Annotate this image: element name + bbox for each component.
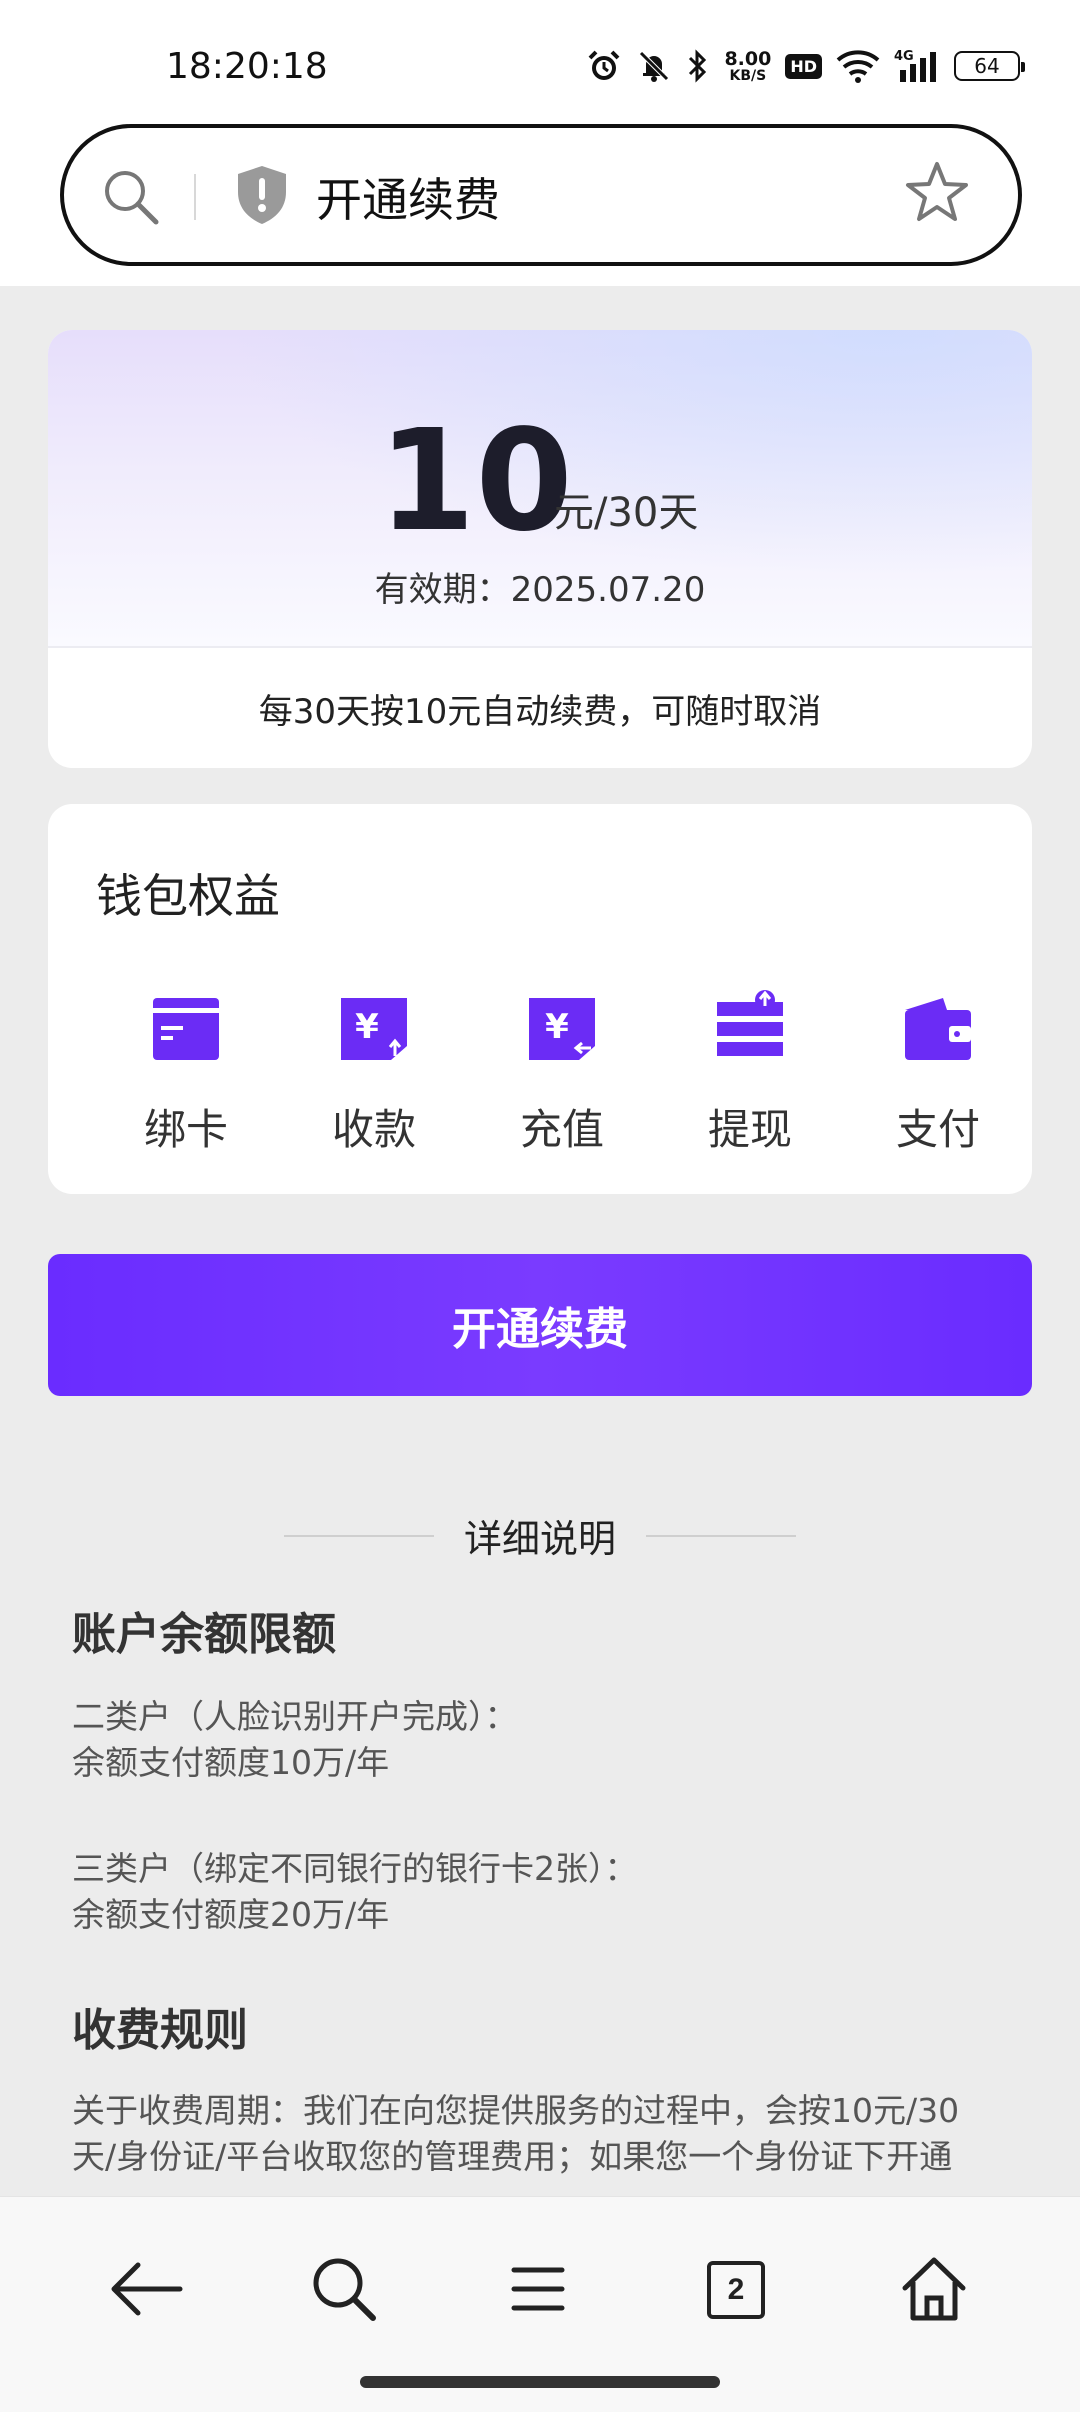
back-button[interactable] [96,2245,196,2335]
benefit-bind-card[interactable]: 绑卡 [92,990,280,1157]
tabs-icon: 2 [707,2261,765,2319]
menu-button[interactable] [488,2245,588,2335]
benefit-pay[interactable]: 支付 [844,990,1032,1157]
cell-signal-icon: 4G [894,48,940,84]
svg-text:¥: ¥ [355,1007,379,1047]
tier2-text: 二类户（人脸识别开户完成）： 余额支付额度10万/年 [72,1697,518,1782]
net-speed: 8.00 KB/S [724,47,772,84]
renew-note: 每30天按10元自动续费，可随时取消 [258,691,822,732]
wallet-benefits-card: 钱包权益 绑卡 ¥ 收款 ¥ 充值 提现 支付 [48,804,1032,1194]
battery-level: 64 [974,54,1000,78]
status-bar: 18:20:18 8.00 KB/S HD 4G 64 [0,0,1080,126]
benefit-label: 支付 [895,1105,980,1154]
home-icon [899,2254,969,2327]
address-title[interactable]: 开通续费 [316,164,500,230]
fee-rules-text: 关于收费周期：我们在向您提供服务的过程中，会按10元/30 天/身份证/平台收取… [72,2091,960,2176]
benefit-label: 充值 [519,1105,604,1154]
address-bar[interactable]: 开通续费 [60,124,1022,266]
bind-card-icon [151,990,221,1062]
benefit-label: 绑卡 [143,1105,228,1154]
divider-line [646,1534,796,1537]
divider-line [283,1534,434,1537]
home-button[interactable] [884,2245,984,2335]
benefit-label: 收款 [331,1105,416,1154]
search-icon [309,2254,379,2327]
price-amount: 10 [378,400,573,563]
details-title: 详细说明 [463,1517,616,1561]
details-header: 详细说明 [0,1508,1080,1563]
tier3-text: 三类户（绑定不同银行的银行卡2张）： 余额支付额度20万/年 [72,1849,638,1934]
search-icon[interactable] [98,164,162,232]
price-card: 10 元/30天 有效期：2025.07.20 每30天按10元自动续费，可随时… [48,330,1032,768]
alarm-icon [586,48,622,84]
benefits-row: 绑卡 ¥ 收款 ¥ 充值 提现 支付 [48,990,1032,1157]
benefit-withdraw[interactable]: 提现 [656,990,844,1157]
tabs-button[interactable]: 2 [686,2245,786,2335]
validity-date: 有效期：2025.07.20 [374,570,706,610]
price-header: 10 元/30天 有效期：2025.07.20 [48,330,1032,648]
back-arrow-icon [108,2259,184,2322]
tab-count: 2 [727,2273,745,2306]
wallet-pay-icon [903,990,973,1062]
home-indicator[interactable] [360,2376,720,2388]
price-unit: 元/30天 [554,490,699,536]
balance-limit-title: 账户余额限额 [72,1609,336,1660]
withdraw-icon [715,990,785,1062]
hd-badge: HD [785,53,822,79]
fee-rules-title: 收费规则 [72,2005,248,2056]
receive-money-icon: ¥ [339,990,409,1062]
benefit-receive[interactable]: ¥ 收款 [280,990,468,1157]
address-divider [194,174,196,220]
wifi-icon [836,48,880,84]
search-button[interactable] [294,2245,394,2335]
star-icon[interactable] [902,158,972,232]
shield-warning-icon[interactable] [232,162,292,230]
signal-label: 4G [894,49,914,64]
bluetooth-icon [686,48,710,84]
status-icons: 8.00 KB/S HD 4G 64 [586,44,1025,88]
svg-text:¥: ¥ [545,1007,569,1047]
recharge-icon: ¥ [527,990,597,1062]
battery-icon: 64 [954,51,1025,81]
activate-renewal-button[interactable]: 开通续费 [48,1254,1032,1396]
menu-icon [510,2264,566,2317]
wallet-title: 钱包权益 [96,869,280,923]
status-time: 18:20:18 [166,46,328,87]
benefit-label: 提现 [707,1105,792,1154]
benefit-recharge[interactable]: ¥ 充值 [468,990,656,1157]
mute-bell-icon [636,48,672,84]
address-area: 开通续费 [0,110,1080,286]
